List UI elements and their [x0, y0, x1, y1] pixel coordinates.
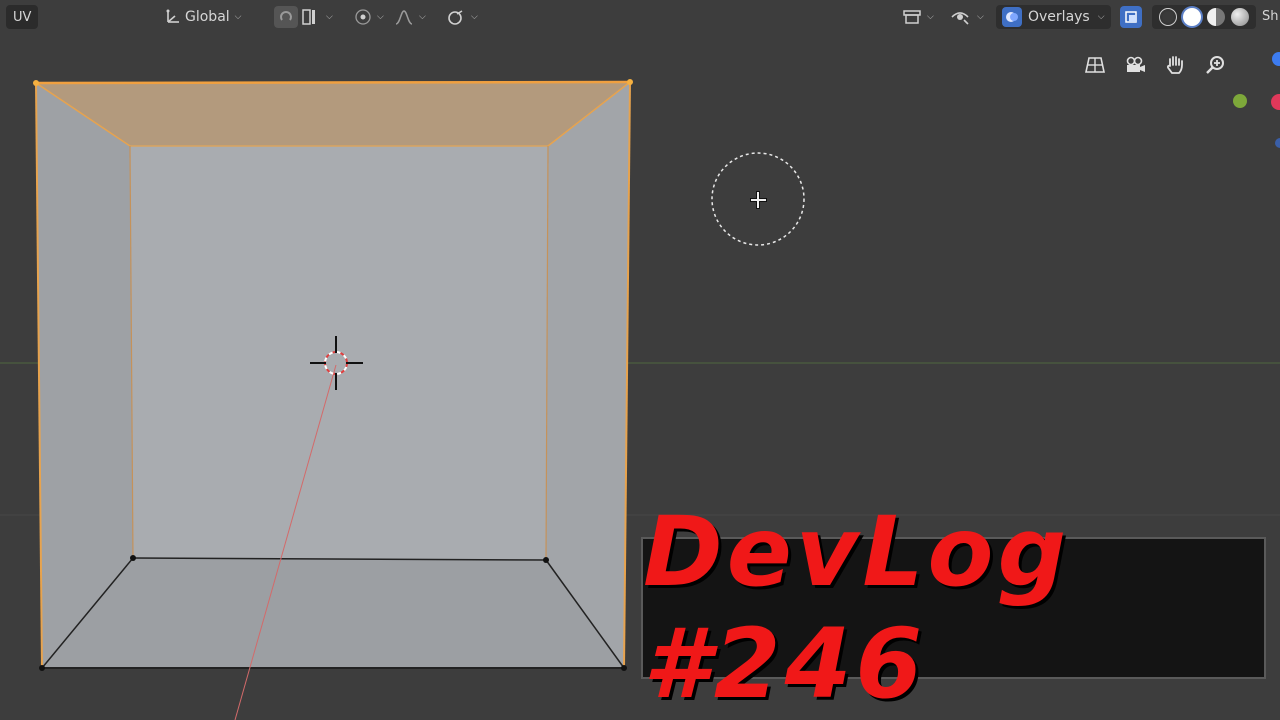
vertex	[130, 555, 136, 561]
falloff-curve-icon	[395, 10, 413, 25]
proportional-edit-icon	[355, 9, 371, 25]
snap-toggle[interactable]: ⌵	[274, 5, 333, 29]
vertex-selected	[33, 80, 39, 86]
wireframe-shading-icon[interactable]	[1159, 8, 1177, 26]
grid-view-icon	[1085, 57, 1105, 73]
overlays-icon	[1002, 7, 1022, 27]
devlog-title: DevLog #246	[643, 496, 1071, 720]
solid-shading-icon[interactable]	[1183, 8, 1201, 26]
gizmos-dropdown[interactable]: ⌵	[950, 5, 984, 29]
chevron-down-icon: ⌵	[419, 12, 426, 22]
falloff-dropdown[interactable]: ⌵	[394, 5, 426, 29]
axis-gizmo-y-dot[interactable]	[1233, 94, 1247, 108]
vertex	[621, 665, 627, 671]
vertex	[543, 557, 549, 563]
view-types-icon	[903, 10, 921, 24]
xray-icon	[1120, 6, 1142, 28]
edge	[35, 80, 631, 85]
shading-mode-group	[1152, 5, 1256, 29]
chevron-down-icon: ⌵	[234, 12, 242, 22]
3d-viewport[interactable]: UV Global ⌵ ⌵ ⌵ ⌵ ⌵ ⌵ ⌵ Overlays ⌵ Sh De…	[0, 0, 1280, 720]
chevron-down-icon: ⌵	[377, 12, 384, 22]
toggle-perspective-button[interactable]	[1078, 48, 1112, 82]
uv-menu[interactable]: UV	[6, 5, 39, 29]
overlays-dropdown[interactable]: Overlays ⌵	[996, 5, 1111, 29]
view-object-types-dropdown[interactable]: ⌵	[902, 5, 934, 29]
proportional-edit-toggle[interactable]: ⌵	[354, 5, 384, 29]
chevron-down-icon: ⌵	[927, 12, 934, 22]
vertex-selected	[627, 79, 633, 85]
zoom-icon	[1206, 56, 1224, 74]
link-dropdown[interactable]: ⌵	[446, 5, 478, 29]
link-icon	[448, 10, 463, 25]
devlog-banner: DevLog #246	[641, 496, 1266, 720]
rendered-shading-icon[interactable]	[1231, 8, 1249, 26]
chevron-down-icon: ⌵	[471, 12, 478, 22]
xray-toggle[interactable]	[1120, 5, 1142, 29]
axis-gizmo-x-dot[interactable]	[1271, 94, 1280, 110]
axis-gizmo-neg-dot[interactable]	[1275, 138, 1280, 148]
gizmo-icon	[951, 12, 969, 25]
pan-view-button[interactable]	[1158, 48, 1192, 82]
transform-orientation-dropdown[interactable]: Global ⌵	[164, 5, 242, 29]
mesh-top-face-selected	[36, 82, 630, 146]
snap-icon	[274, 6, 298, 28]
mesh-bottom-face	[42, 558, 624, 668]
chevron-down-icon: ⌵	[326, 12, 333, 22]
viewport-header: UV Global ⌵ ⌵ ⌵ ⌵ ⌵ ⌵ ⌵ Overlays ⌵ Sh	[0, 0, 1280, 34]
vertex	[39, 665, 45, 671]
chevron-down-icon: ⌵	[977, 12, 984, 22]
uv-label: UV	[13, 9, 32, 25]
material-preview-shading-icon[interactable]	[1207, 8, 1225, 26]
zoom-view-button[interactable]	[1198, 48, 1232, 82]
camera-icon	[1126, 56, 1145, 72]
axes-icon	[166, 9, 179, 23]
hand-pan-icon	[1167, 56, 1183, 74]
axis-gizmo-z-dot[interactable]	[1272, 52, 1280, 66]
camera-view-button[interactable]	[1118, 48, 1152, 82]
overlays-label: Overlays	[1028, 9, 1090, 25]
shading-popover-label[interactable]: Sh	[1262, 9, 1279, 24]
circle-select-cursor	[711, 152, 805, 246]
chevron-down-icon: ⌵	[1097, 12, 1105, 22]
snap-target-icon	[302, 9, 315, 25]
transform-orientation-label: Global	[185, 9, 230, 25]
